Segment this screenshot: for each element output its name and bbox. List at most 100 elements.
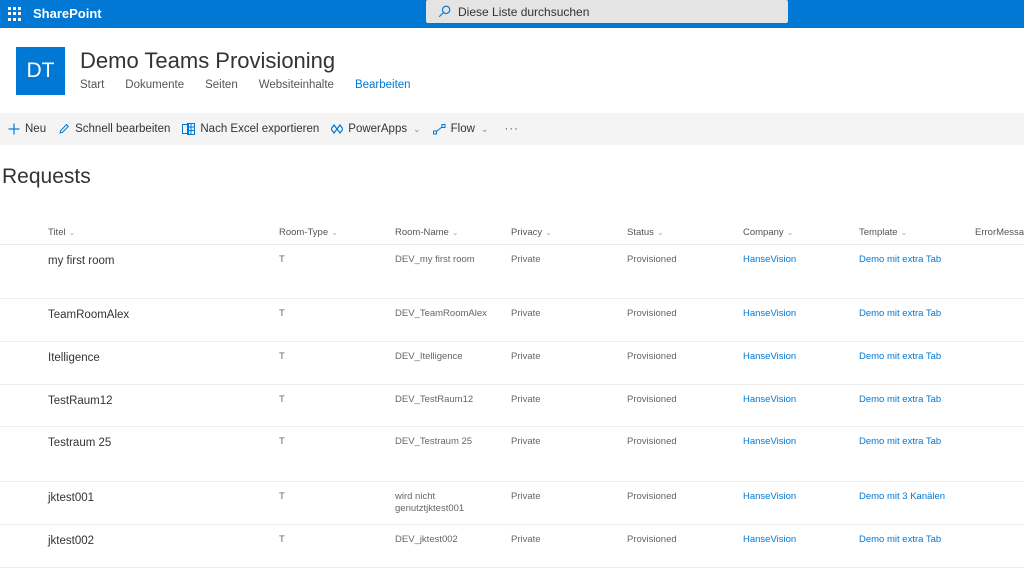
cell-template-link[interactable]: Demo mit extra Tab	[859, 351, 941, 363]
column-header-room-type[interactable]: Room-Type ⌄	[279, 227, 338, 238]
cell-title[interactable]: TeamRoomAlex	[48, 309, 129, 321]
nav-bearbeiten[interactable]: Bearbeiten	[355, 79, 411, 91]
column-headers: Titel ⌄ Room-Type ⌄ Room-Name ⌄ Privacy ⌄ St…	[0, 218, 1024, 245]
chevron-down-icon: ⌄	[413, 123, 421, 134]
cell-company-link[interactable]: HanseVision	[743, 534, 796, 546]
flow-icon	[432, 123, 446, 135]
cell-room-type: T	[279, 436, 285, 447]
cell-room-type: T	[279, 308, 285, 319]
cell-template-link[interactable]: Demo mit 3 Kanälen	[859, 491, 945, 503]
cell-template-link[interactable]: Demo mit extra Tab	[859, 254, 941, 266]
table-row[interactable]: TeamRoomAlex T DEV_TeamRoomAlex Private …	[0, 299, 1024, 342]
column-header-privacy[interactable]: Privacy ⌄	[511, 227, 552, 238]
column-header-room-name[interactable]: Room-Name ⌄	[395, 227, 459, 238]
table-row[interactable]: jktest001 T wird nicht genutztjktest001 …	[0, 482, 1024, 525]
column-header-template[interactable]: Template ⌄	[859, 227, 907, 238]
cell-title[interactable]: Testraum 25	[48, 437, 111, 449]
cell-room-name: DEV_Itelligence	[395, 351, 463, 362]
chevron-down-icon: ⌄	[786, 228, 794, 237]
cell-company-link[interactable]: HanseVision	[743, 436, 796, 448]
powerapps-label: PowerApps	[348, 123, 408, 135]
command-bar: Neu Schnell bearbeiten Nach Excel export…	[0, 113, 1024, 145]
column-header-status[interactable]: Status ⌄	[627, 227, 664, 238]
cell-privacy: Private	[511, 491, 541, 502]
cell-privacy: Private	[511, 394, 541, 405]
pencil-icon	[58, 123, 70, 135]
cell-room-name: DEV_Testraum 25	[395, 436, 473, 447]
cell-room-name: DEV_TeamRoomAlex	[395, 308, 487, 319]
cell-status: Provisioned	[627, 254, 677, 265]
cell-room-type: T	[279, 254, 285, 265]
export-excel-button[interactable]: Nach Excel exportieren	[182, 123, 319, 135]
cell-company-link[interactable]: HanseVision	[743, 308, 796, 320]
powerapps-menu[interactable]: PowerApps ⌄	[331, 123, 421, 135]
chevron-down-icon: ⌄	[656, 228, 664, 237]
column-header-label: Privacy	[511, 227, 543, 238]
cell-status: Provisioned	[627, 534, 677, 545]
quick-edit-button[interactable]: Schnell bearbeiten	[58, 123, 170, 135]
cell-status: Provisioned	[627, 351, 677, 362]
quick-edit-label: Schnell bearbeiten	[75, 123, 171, 135]
cell-status: Provisioned	[627, 394, 677, 405]
list-title: Requests	[2, 165, 91, 188]
table-row[interactable]: Itelligence T DEV_Itelligence Private Pr…	[0, 342, 1024, 385]
cell-template-link[interactable]: Demo mit extra Tab	[859, 394, 941, 406]
flow-label: Flow	[450, 123, 475, 135]
cell-template-link[interactable]: Demo mit extra Tab	[859, 436, 941, 448]
cell-privacy: Private	[511, 308, 541, 319]
cell-room-name: DEV_my first room	[395, 254, 475, 265]
chevron-down-icon: ⌄	[900, 228, 908, 237]
flow-menu[interactable]: Flow ⌄	[432, 123, 489, 135]
cell-privacy: Private	[511, 436, 541, 447]
cell-company-link[interactable]: HanseVision	[743, 351, 796, 363]
table-row[interactable]: jktest002 T DEV_jktest002 Private Provis…	[0, 525, 1024, 568]
app-launcher-icon[interactable]	[4, 4, 24, 24]
nav-websiteinhalte[interactable]: Websiteinhalte	[259, 79, 334, 91]
chevron-down-icon: ⌄	[451, 228, 459, 237]
cell-status: Provisioned	[627, 491, 677, 502]
list-search-box[interactable]	[426, 0, 788, 23]
nav-dokumente[interactable]: Dokumente	[125, 79, 184, 91]
cell-room-type: T	[279, 351, 285, 362]
excel-icon	[182, 123, 196, 135]
cell-company-link[interactable]: HanseVision	[743, 254, 796, 266]
table-row[interactable]: my first room T DEV_my first room Privat…	[0, 245, 1024, 299]
more-options-button[interactable]: ···	[504, 123, 519, 135]
cell-company-link[interactable]: HanseVision	[743, 394, 796, 406]
site-logo[interactable]: DT	[16, 47, 65, 95]
cell-title[interactable]: TestRaum12	[48, 395, 113, 407]
nav-seiten[interactable]: Seiten	[205, 79, 238, 91]
cell-template-link[interactable]: Demo mit extra Tab	[859, 308, 941, 320]
cell-room-name: DEV_jktest002	[395, 534, 458, 545]
search-icon	[438, 5, 451, 18]
new-button[interactable]: Neu	[8, 123, 46, 135]
column-header-label: Titel	[48, 227, 66, 238]
column-header-titel[interactable]: Titel ⌄	[48, 227, 75, 238]
cell-title[interactable]: jktest002	[48, 535, 94, 547]
cell-title[interactable]: Itelligence	[48, 352, 100, 364]
column-header-label: Company	[743, 227, 784, 238]
table-row[interactable]: TestRaum12 T DEV_TestRaum12 Private Prov…	[0, 385, 1024, 427]
powerapps-icon	[331, 124, 344, 134]
cell-room-name: DEV_TestRaum12	[395, 394, 474, 405]
chevron-down-icon: ⌄	[331, 228, 338, 237]
nav-start[interactable]: Start	[80, 79, 104, 91]
cell-room-type: T	[279, 534, 285, 545]
chevron-down-icon: ⌄	[480, 123, 489, 134]
cell-template-link[interactable]: Demo mit extra Tab	[859, 534, 941, 546]
sharepoint-brand-link[interactable]: SharePoint	[33, 6, 102, 21]
cell-title[interactable]: jktest001	[48, 492, 94, 504]
table-row[interactable]: Testraum 25 T DEV_Testraum 25 Private Pr…	[0, 427, 1024, 482]
chevron-down-icon: ⌄	[545, 228, 552, 237]
export-excel-label: Nach Excel exportieren	[200, 123, 320, 135]
column-header-label: Status	[627, 227, 654, 238]
column-header-company[interactable]: Company ⌄	[743, 227, 793, 238]
column-header-errormessage[interactable]: ErrorMessag	[975, 227, 1024, 238]
cell-company-link[interactable]: HanseVision	[743, 491, 796, 503]
chevron-down-icon: ⌄	[68, 228, 76, 237]
cell-title[interactable]: my first room	[48, 255, 114, 267]
site-title: Demo Teams Provisioning	[80, 48, 336, 73]
cell-room-type: T	[279, 491, 285, 502]
search-input[interactable]	[458, 4, 758, 19]
site-navigation: Start Dokumente Seiten Websiteinhalte Be…	[80, 79, 432, 91]
